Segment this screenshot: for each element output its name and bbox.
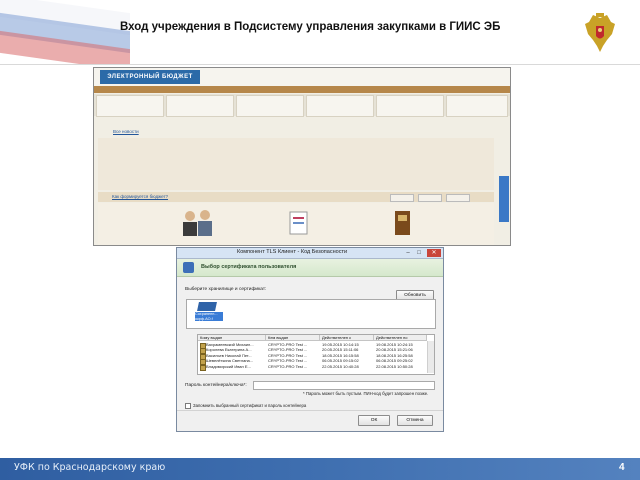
people-meeting-icon — [183, 210, 212, 236]
password-label: Пароль контейнера/ключа*: — [185, 383, 247, 388]
info-card — [166, 95, 234, 117]
certificate-icon — [183, 262, 194, 273]
portal-small-button[interactable] — [390, 194, 414, 202]
info-card — [96, 95, 164, 117]
password-note: * Пароль может быть пустым. ПИН-код буде… — [303, 391, 429, 396]
dialog-heading: Выбор сертификата пользователя — [201, 264, 297, 270]
law-book-icon — [395, 211, 410, 235]
budget-formed-link[interactable]: Как формируется бюджет? — [112, 194, 168, 199]
store-item[interactable]: Сохраненн... окрф.AO.f — [195, 302, 223, 322]
column-header[interactable]: Действителен по — [374, 335, 427, 341]
cell-issued-by: CRYPTO-PRO Test ... — [268, 363, 308, 369]
footer-org: УФК по Краснодарскому краю — [14, 462, 166, 473]
usb-key-icon — [197, 302, 217, 311]
close-icon[interactable]: ✕ — [427, 249, 441, 257]
ok-button[interactable]: ОК — [358, 415, 390, 426]
budget-steps-panel — [98, 203, 494, 245]
dialog-header: Выбор сертификата пользователя — [177, 259, 443, 277]
store-list[interactable] — [186, 299, 436, 329]
portal-screenshot: ЭЛЕКТРОННЫЙ БЮДЖЕТ Все новости Как форми… — [93, 67, 511, 246]
dialog-separator — [177, 410, 443, 411]
column-header[interactable]: Кем выдан — [266, 335, 320, 341]
info-card — [306, 95, 374, 117]
decorative-flag-waves — [0, 0, 130, 64]
portal-nav-bar — [94, 86, 510, 93]
certificate-table: Кому выдан Кем выдан Действителен с Дейс… — [197, 334, 435, 375]
documents-icon — [289, 211, 308, 235]
title-divider — [0, 64, 640, 65]
cell-issued-to: Владимирский Иван Е... — [206, 363, 251, 369]
portal-header: ЭЛЕКТРОННЫЙ БЮДЖЕТ — [94, 68, 510, 86]
remember-label: Запомнить выбранный сертификат и пароль … — [193, 403, 307, 408]
footer-bar: УФК по Краснодарскому краю 4 — [0, 458, 640, 480]
portal-info-cards — [94, 94, 510, 117]
dialog-titlebar: Компонент TLS Клиент - Код Безопасности … — [177, 248, 443, 259]
minimize-icon[interactable]: – — [403, 249, 413, 257]
info-card — [236, 95, 304, 117]
info-card — [376, 95, 444, 117]
password-input[interactable] — [253, 381, 435, 390]
portal-small-button[interactable] — [418, 194, 442, 202]
portal-side-panel — [499, 176, 509, 222]
store-item-label: Сохраненн... окрф.AO.f — [195, 312, 223, 321]
portal-main-area — [98, 138, 494, 190]
column-header[interactable]: Кому выдан — [198, 335, 266, 341]
column-header[interactable]: Действителен с — [320, 335, 374, 341]
cell-valid-from: 22.05.2015 10:40:28 — [322, 363, 359, 369]
certificate-dialog: Компонент TLS Клиент - Код Безопасности … — [176, 247, 444, 432]
all-news-link[interactable]: Все новости — [113, 129, 139, 134]
maximize-icon[interactable]: □ — [414, 249, 424, 257]
portal-small-button[interactable] — [446, 194, 470, 202]
info-card — [446, 95, 508, 117]
slide-title: Вход учреждения в Подсистему управления … — [120, 21, 501, 33]
table-scrollbar[interactable] — [427, 341, 434, 373]
cancel-button[interactable]: Отмена — [397, 415, 433, 426]
store-prompt-label: Выберите хранилище и сертификат: — [185, 287, 267, 292]
remember-checkbox[interactable] — [185, 403, 191, 409]
page-number: 4 — [619, 462, 625, 473]
dialog-window-title: Компонент TLS Клиент - Код Безопасности — [237, 249, 348, 255]
cell-valid-to: 22.08.2015 10:50:28 — [376, 363, 413, 369]
portal-logo: ЭЛЕКТРОННЫЙ БЮДЖЕТ — [100, 70, 200, 84]
coat-of-arms-icon — [585, 13, 615, 52]
